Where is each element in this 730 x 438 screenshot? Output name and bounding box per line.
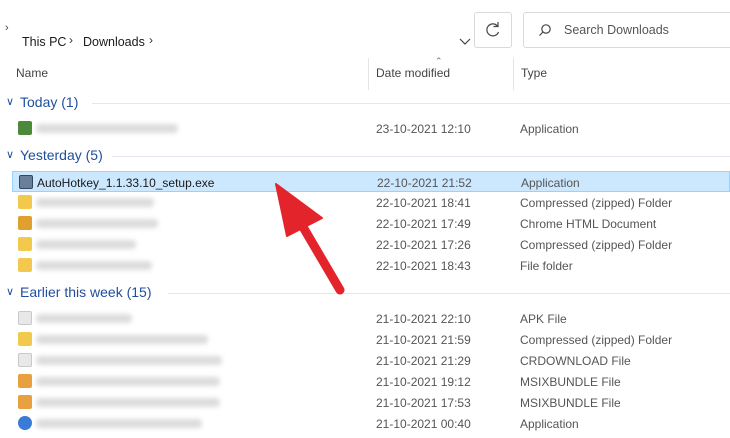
red-arrow-annotation xyxy=(275,183,345,295)
